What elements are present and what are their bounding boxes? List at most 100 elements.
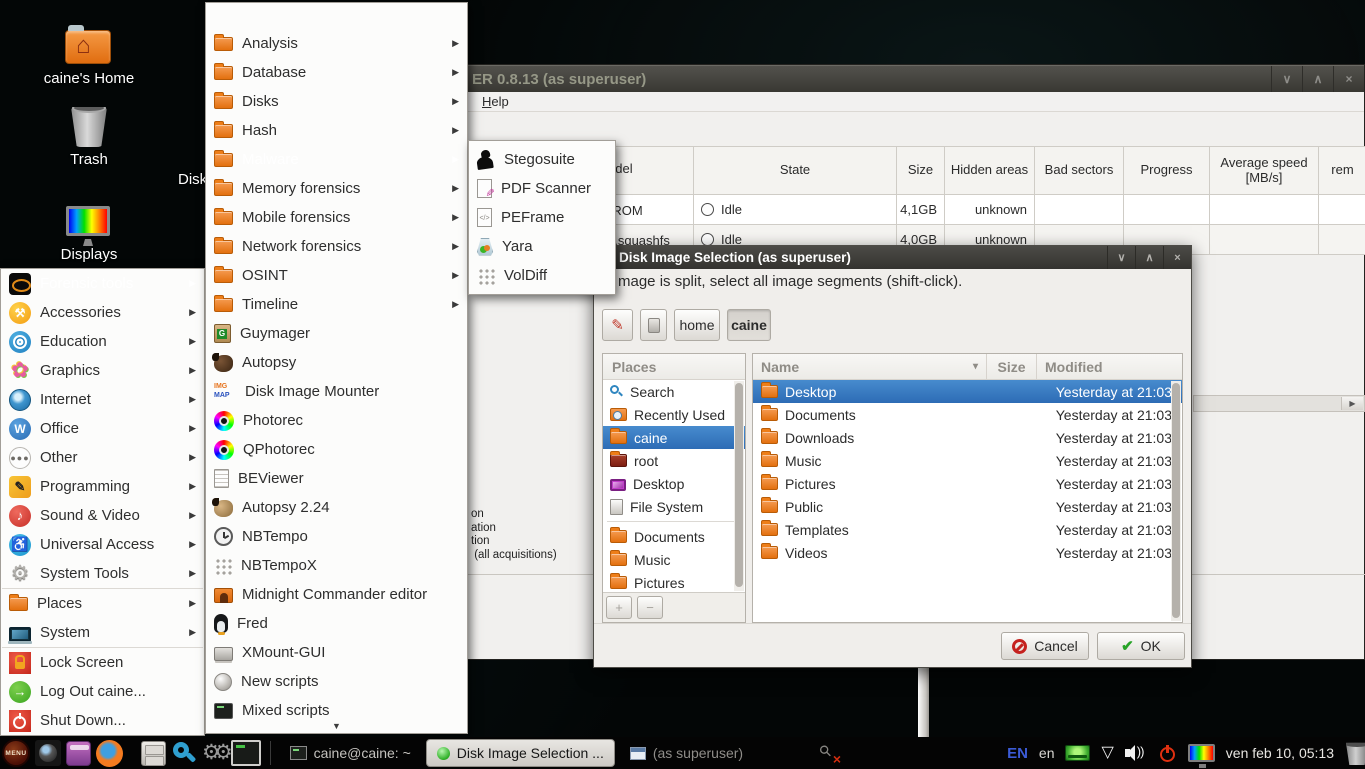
menu-item-disk-image-mounter[interactable]: IMGMAPDisk Image Mounter [206,377,467,406]
screenshot-launcher-icon[interactable] [35,740,61,766]
files-scrollbar[interactable] [1171,381,1181,621]
menu-item-voldiff[interactable]: VolDiff [469,261,615,290]
scroll-down-icon[interactable]: ▼ [206,721,467,731]
menu-item-nbtempox[interactable]: NBTempoX [206,551,467,580]
menu-item-stegosuite[interactable]: Stegosuite [469,145,615,174]
menu-item-other[interactable]: ●●●Other▶ [1,443,204,472]
menu-item-forensic-tools[interactable]: Forensic tools▶ [1,269,204,298]
menu-item-disks[interactable]: Disks▶ [206,87,467,116]
places-scrollbar[interactable] [734,381,744,591]
places-item-file-system[interactable]: File System [603,495,745,518]
network-icon[interactable]: ▽ [1101,744,1113,762]
occluded-desktop-icon-label[interactable]: Disk [178,171,207,188]
places-item-pictures[interactable]: Pictures [603,571,745,594]
places-item-root[interactable]: root [603,449,745,472]
file-row[interactable]: DownloadsYesterday at 21:03 [753,426,1182,449]
device-state-cell[interactable]: Idle [694,195,897,225]
search-launcher-icon[interactable] [171,740,197,766]
menu-item-analysis[interactable]: Analysis▶ [206,29,467,58]
menu-item-pdf-scanner[interactable]: PDF Scanner [469,174,615,203]
file-row[interactable]: PublicYesterday at 21:03 [753,495,1182,518]
guymager-titlebar[interactable]: ER 0.8.13 (as superuser) ∨ ∧ × [456,65,1364,92]
device-size-cell[interactable]: 4,1GB [897,195,945,225]
file-row[interactable]: MusicYesterday at 21:03 [753,449,1182,472]
disk-activity-icon[interactable] [1065,745,1090,761]
task-button-as-superuser[interactable]: (as superuser) [620,740,753,766]
menu-item-office[interactable]: WOffice▶ [1,414,204,443]
menu-item-timeline[interactable]: Timeline▶ [206,290,467,319]
menu-item-fred[interactable]: Fred [206,609,467,638]
scroll-right-icon[interactable]: ▶ [1341,397,1363,410]
file-row[interactable]: TemplatesYesterday at 21:03 [753,518,1182,541]
column-header-size[interactable]: Size [987,354,1037,379]
device-progress-cell[interactable] [1124,195,1210,225]
dialog-titlebar[interactable]: Disk Image Selection (as superuser) ∨ ∧ … [594,246,1191,269]
maximize-icon[interactable]: ∧ [1135,246,1163,269]
type-filename-button[interactable]: ✎ [602,309,633,341]
close-icon[interactable]: × [1333,66,1364,92]
places-item-desktop[interactable]: Desktop [603,472,745,495]
menu-item-sound-video[interactable]: ♪Sound & Video▶ [1,501,204,530]
minimize-icon[interactable]: ∨ [1271,66,1302,92]
menu-item-mobile-forensics[interactable]: Mobile forensics▶ [206,203,467,232]
task-button-terminal[interactable]: caine@caine: ~ [280,740,421,766]
home-folder-icon[interactable] [65,30,111,69]
menu-item-peframe[interactable]: </>PEFrame [469,203,615,232]
file-row[interactable]: DocumentsYesterday at 21:03 [753,403,1182,426]
menu-item-photorec[interactable]: Photorec [206,406,467,435]
scrollbar-thumb[interactable] [735,383,743,587]
menu-item-malware[interactable]: Malware▶ [206,145,467,174]
file-row[interactable]: DesktopYesterday at 21:03 [753,380,1182,403]
display-settings-icon[interactable] [1188,744,1215,762]
path-button-caine[interactable]: caine [727,309,771,341]
menu-item-system-tools[interactable]: ⚙System Tools▶ [1,559,204,588]
scrollbar-thumb[interactable] [1172,383,1180,618]
trash-tray-icon[interactable] [1345,741,1365,765]
device-hidden-areas-cell[interactable]: unknown [945,195,1035,225]
menu-item-education[interactable]: Education▶ [1,327,204,356]
path-button-home[interactable]: home [674,309,720,341]
column-header-name[interactable]: Name▾ [753,354,987,379]
maximize-icon[interactable]: ∧ [1302,66,1333,92]
clock[interactable]: ven feb 10, 05:13 [1226,745,1334,761]
device-speed-cell[interactable] [1210,195,1319,225]
column-header-hidden-areas[interactable]: Hidden areas [945,147,1035,195]
app-launcher-icon[interactable] [66,741,91,766]
remove-place-button[interactable]: − [637,596,663,619]
column-header-size[interactable]: Size [897,147,945,195]
minimize-icon[interactable]: ∨ [1107,246,1135,269]
menu-item-network-forensics[interactable]: Network forensics▶ [206,232,467,261]
column-header-progress[interactable]: Progress [1124,147,1210,195]
horizontal-scrollbar[interactable]: ▶ [1193,395,1365,412]
column-header-modified[interactable]: Modified [1037,354,1182,379]
menu-item-log-out[interactable]: →Log Out caine... [1,677,204,706]
menu-item-guymager[interactable]: Guymager [206,319,467,348]
column-header-state[interactable]: State [694,147,897,195]
menu-item-new-scripts[interactable]: New scripts [206,667,467,696]
terminal-launcher-icon[interactable] [231,740,261,766]
menu-item-memory-forensics[interactable]: Memory forensics▶ [206,174,467,203]
menu-item-nbtempo[interactable]: NBTempo [206,522,467,551]
menu-button[interactable]: MENU [2,739,30,767]
places-item-caine[interactable]: caine [603,426,745,449]
firefox-launcher-icon[interactable] [96,740,123,767]
menu-item-hash[interactable]: Hash▶ [206,116,467,145]
trash-icon[interactable] [71,107,107,152]
column-header-remaining[interactable]: rem [1319,147,1365,195]
close-icon[interactable]: × [1163,246,1191,269]
filesystem-root-button[interactable] [640,309,667,341]
add-place-button[interactable]: + [606,596,632,619]
menu-item-autopsy[interactable]: Autopsy [206,348,467,377]
column-header-average-speed[interactable]: Average speed [MB/s] [1210,147,1319,195]
desktop-icon-label[interactable]: Trash [24,151,154,168]
task-button-disk-image-selection[interactable]: Disk Image Selection ... [426,739,615,767]
file-manager-launcher-icon[interactable] [141,741,166,766]
device-speed-cell[interactable] [1210,225,1319,255]
device-remaining-cell[interactable] [1319,225,1365,255]
device-bad-sectors-cell[interactable] [1035,195,1124,225]
file-row[interactable]: VideosYesterday at 21:03 [753,541,1182,564]
menu-item-midnight-commander-editor[interactable]: Midnight Commander editor [206,580,467,609]
menu-item-accessories[interactable]: ⚒Accessories▶ [1,298,204,327]
menu-item-programming[interactable]: ✎Programming▶ [1,472,204,501]
menu-item-lock-screen[interactable]: Lock Screen [1,648,204,677]
